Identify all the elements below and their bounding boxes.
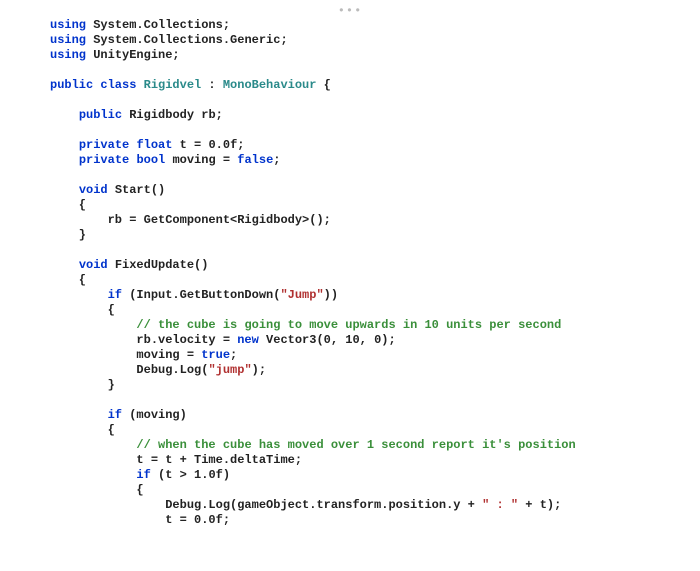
- type-name: MonoBehaviour: [223, 78, 317, 92]
- indent: [50, 138, 79, 152]
- indent: [50, 153, 79, 167]
- code-text: ;: [230, 348, 237, 362]
- kw-false: false: [237, 153, 273, 167]
- comment: // when the cube has moved over 1 second…: [136, 438, 575, 452]
- kw-private: private: [79, 153, 129, 167]
- code-text: {: [50, 483, 144, 497]
- code-text: {: [316, 78, 330, 92]
- kw-true: true: [201, 348, 230, 362]
- indent: [50, 108, 79, 122]
- code-text: (Input.GetButtonDown(: [122, 288, 280, 302]
- kw-void: void: [79, 183, 108, 197]
- code-text: }: [50, 228, 86, 242]
- type-name: Rigidvel: [144, 78, 202, 92]
- indent: [50, 438, 136, 452]
- code-text: (t > 1.0f): [151, 468, 230, 482]
- ellipsis-header: •••: [0, 0, 700, 18]
- indent: [50, 258, 79, 272]
- code-text: }: [50, 378, 115, 392]
- code-text: moving =: [165, 153, 237, 167]
- code-text: Start(): [108, 183, 166, 197]
- kw-using: using: [50, 33, 86, 47]
- kw-public-class: public class: [50, 78, 144, 92]
- code-text: {: [50, 303, 115, 317]
- code-text: )): [324, 288, 338, 302]
- indent: [50, 183, 79, 197]
- code-block: using System.Collections; using System.C…: [0, 18, 700, 528]
- code-text: Rigidbody rb;: [122, 108, 223, 122]
- code-text: :: [201, 78, 223, 92]
- code-text: System.Collections;: [86, 18, 230, 32]
- kw-using: using: [50, 48, 86, 62]
- comment: // the cube is going to move upwards in …: [136, 318, 561, 332]
- string-literal: "jump": [208, 363, 251, 377]
- indent: [50, 468, 136, 482]
- kw-if: if: [108, 408, 122, 422]
- kw-bool: bool: [136, 153, 165, 167]
- string-literal: "Jump": [280, 288, 323, 302]
- code-text: UnityEngine;: [86, 48, 180, 62]
- code-text: rb = GetComponent<Rigidbody>();: [50, 213, 331, 227]
- code-text: System.Collections.Generic;: [86, 33, 288, 47]
- code-text: (moving): [122, 408, 187, 422]
- indent: [50, 288, 108, 302]
- code-text: {: [50, 273, 86, 287]
- indent: [50, 318, 136, 332]
- code-text: ;: [273, 153, 280, 167]
- kw-float: float: [136, 138, 172, 152]
- kw-public: public: [79, 108, 122, 122]
- kw-if: if: [108, 288, 122, 302]
- code-text: {: [50, 423, 115, 437]
- code-text: Vector3(0, 10, 0);: [259, 333, 396, 347]
- indent: [50, 408, 108, 422]
- code-text: Debug.Log(gameObject.transform.position.…: [50, 498, 482, 512]
- kw-if: if: [136, 468, 150, 482]
- string-literal: " : ": [482, 498, 518, 512]
- code-text: t = 0.0f;: [172, 138, 244, 152]
- code-text: rb.velocity =: [50, 333, 237, 347]
- kw-using: using: [50, 18, 86, 32]
- code-text: FixedUpdate(): [108, 258, 209, 272]
- code-text: t = t + Time.deltaTime;: [50, 453, 302, 467]
- code-text: );: [252, 363, 266, 377]
- code-text: t = 0.0f;: [50, 513, 230, 527]
- kw-void: void: [79, 258, 108, 272]
- code-text: {: [50, 198, 86, 212]
- code-text: moving =: [50, 348, 201, 362]
- code-text: + t);: [518, 498, 561, 512]
- kw-new: new: [237, 333, 259, 347]
- kw-private: private: [79, 138, 129, 152]
- code-text: Debug.Log(: [50, 363, 208, 377]
